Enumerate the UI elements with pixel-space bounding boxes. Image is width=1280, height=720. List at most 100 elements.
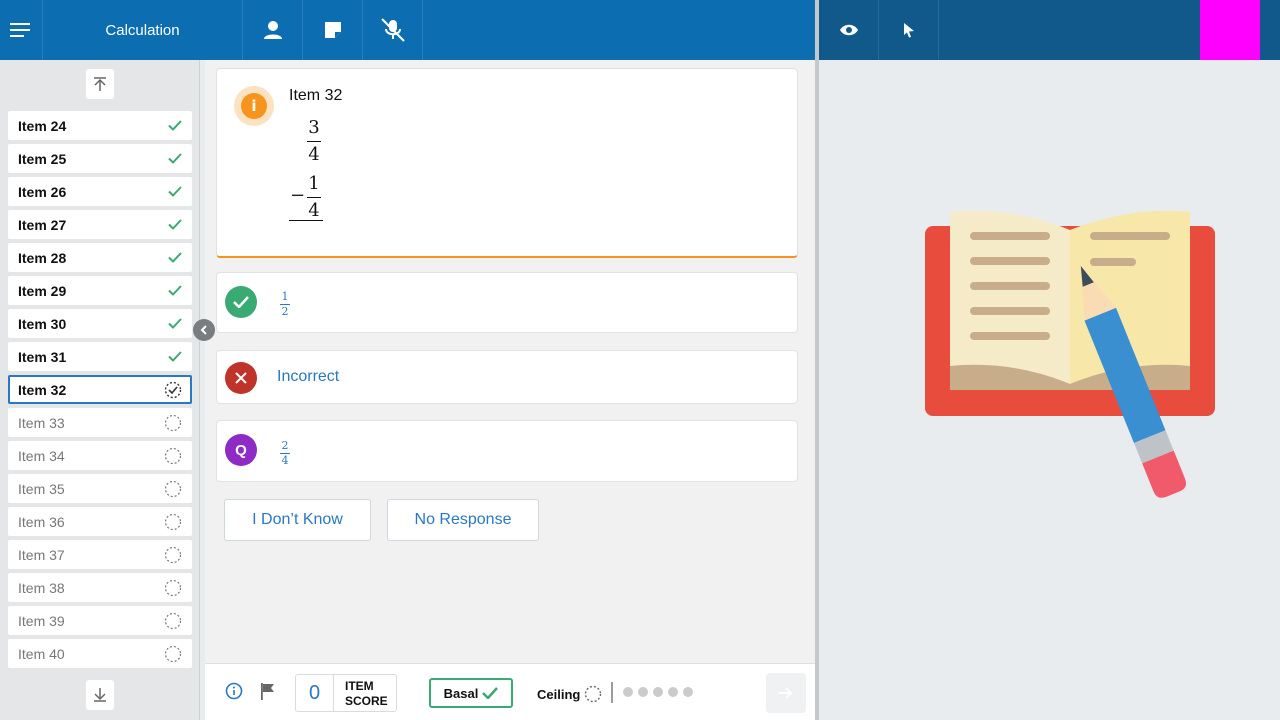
ceiling-label: Ceiling — [537, 686, 581, 702]
progress-dot — [638, 687, 648, 697]
dont-know-button[interactable]: I Don’t Know — [224, 499, 371, 541]
sidebar-item-label: Item 32 — [18, 381, 67, 398]
scroll-bottom-button[interactable] — [86, 680, 114, 710]
check-icon — [168, 186, 182, 197]
pane-divider[interactable] — [815, 0, 819, 720]
sidebar-item[interactable]: Item 28 — [8, 243, 192, 272]
accent-block — [1200, 0, 1260, 60]
sidebar-item-label: Item 29 — [18, 282, 67, 299]
main-panel: i Item 32 3 4 − 1 4 1 2 Incorrect Q 2 4 … — [205, 60, 815, 663]
q-numerator: 2 — [281, 439, 289, 452]
pointer-button[interactable] — [879, 0, 939, 60]
sidebar-item[interactable]: Item 24 — [8, 111, 192, 140]
sidebar-item-label: Item 33 — [18, 414, 65, 431]
sidebar-item[interactable]: Item 32 — [8, 375, 192, 404]
sidebar-item[interactable]: Item 37 — [8, 540, 192, 569]
sidebar-item-label: Item 36 — [18, 513, 65, 530]
sidebar-item[interactable]: Item 40 — [8, 639, 192, 668]
no-response-button[interactable]: No Response — [387, 499, 539, 541]
scroll-top-button[interactable] — [86, 69, 114, 99]
sidebar-item[interactable]: Item 38 — [8, 573, 192, 602]
item-score-box[interactable]: 0 ITEM SCORE — [295, 674, 397, 712]
person-icon — [263, 21, 282, 39]
chevron-left-icon — [200, 325, 207, 335]
progress-dot — [623, 687, 633, 697]
progress-dot — [683, 687, 693, 697]
sidebar-item-label: Item 34 — [18, 447, 65, 464]
incorrect-label: Incorrect — [277, 368, 340, 385]
sidebar-item-label: Item 40 — [18, 645, 65, 662]
mic-toggle-button[interactable] — [363, 0, 423, 60]
sidebar-item-label: Item 38 — [18, 579, 65, 596]
sidebar-item[interactable]: Item 39 — [8, 606, 192, 635]
q-answer-fraction: 2 4 — [280, 440, 290, 467]
pending-circle-icon — [164, 414, 182, 431]
flag-icon — [261, 683, 274, 700]
sidebar-item-label: Item 24 — [18, 117, 67, 134]
correct-answer-option[interactable]: 1 2 — [216, 272, 798, 333]
sidebar-item[interactable]: Item 36 — [8, 507, 192, 536]
question-card: i Item 32 3 4 − 1 4 — [216, 68, 798, 258]
mic-off-icon — [380, 18, 405, 42]
sidebar-item[interactable]: Item 34 — [8, 441, 192, 470]
progress-dots — [623, 687, 693, 697]
x-icon — [225, 362, 257, 394]
ceiling-indicator: Ceiling — [537, 685, 602, 703]
check-icon — [168, 285, 182, 296]
operand-2-denominator: 4 — [308, 200, 320, 221]
menu-icon — [10, 23, 30, 37]
correct-answer-fraction: 1 2 — [280, 291, 290, 318]
check-icon — [225, 286, 257, 318]
pending-circle-icon — [164, 480, 182, 497]
collapse-sidebar-button[interactable] — [193, 319, 215, 341]
sidebar-item[interactable]: Item 35 — [8, 474, 192, 503]
basal-badge: Basal — [429, 678, 513, 708]
check-icon — [168, 153, 182, 164]
pending-circle-icon — [585, 685, 602, 703]
person-button[interactable] — [243, 0, 303, 60]
correct-denominator: 2 — [281, 305, 289, 318]
check-icon — [168, 318, 182, 329]
info-button[interactable] — [225, 682, 243, 705]
sidebar-item[interactable]: Item 30 — [8, 309, 192, 338]
operand-1-fraction: 3 4 — [307, 117, 321, 166]
pending-circle-icon — [164, 612, 182, 629]
sidebar-item-label: Item 31 — [18, 348, 67, 365]
sidebar-item-label: Item 28 — [18, 249, 67, 266]
sidebar-item[interactable]: Item 29 — [8, 276, 192, 305]
flag-button[interactable] — [260, 682, 276, 705]
separator — [611, 682, 613, 703]
note-button[interactable] — [303, 0, 363, 60]
examiner-top-bar — [819, 0, 1280, 60]
q-denominator: 4 — [281, 454, 289, 467]
eye-icon — [839, 24, 858, 36]
result-line — [289, 220, 323, 221]
incorrect-option[interactable]: Incorrect — [216, 350, 798, 404]
book-pencil-illustration — [922, 208, 1222, 513]
sidebar-item-label: Item 35 — [18, 480, 65, 497]
sidebar-item[interactable]: Item 27 — [8, 210, 192, 239]
info-badge: i — [234, 86, 274, 126]
operand-1-numerator: 3 — [308, 117, 320, 138]
pointer-icon — [903, 23, 914, 38]
correct-numerator: 1 — [281, 290, 289, 303]
bottom-bar: 0 ITEM SCORE Basal Ceiling — [205, 663, 815, 720]
sidebar-item[interactable]: Item 33 — [8, 408, 192, 437]
note-icon — [324, 22, 341, 38]
progress-dot — [668, 687, 678, 697]
in-progress-icon — [164, 381, 182, 398]
item-sidebar: Item 24 Item 25 Item 26 Item 27 Item 28 Item … — [0, 60, 200, 720]
menu-button[interactable] — [0, 0, 43, 60]
eye-button[interactable] — [819, 0, 879, 60]
check-icon — [168, 351, 182, 362]
q-answer-option[interactable]: Q 2 4 — [216, 420, 798, 482]
check-icon — [168, 252, 182, 263]
sidebar-item[interactable]: Item 31 — [8, 342, 192, 371]
sidebar-item[interactable]: Item 25 — [8, 144, 192, 173]
sidebar-item[interactable]: Item 26 — [8, 177, 192, 206]
question-title: Item 32 — [289, 87, 343, 104]
next-button[interactable] — [766, 673, 806, 713]
arrow-to-top-icon — [94, 77, 106, 91]
item-list: Item 24 Item 25 Item 26 Item 27 Item 28 Item … — [0, 105, 200, 675]
sidebar-item-label: Item 26 — [18, 183, 67, 200]
